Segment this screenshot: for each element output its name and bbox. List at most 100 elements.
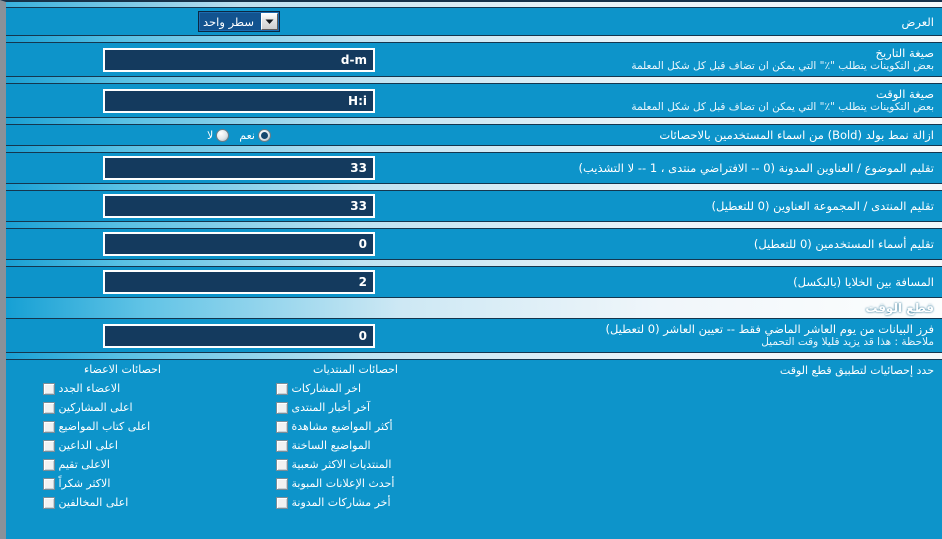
checkbox-latest-blog-posts-box[interactable] [275, 496, 288, 509]
separator-3 [6, 117, 942, 125]
data-cutoff-label-cell: فرز البيانات من يوم العاشر الماضي فقط --… [472, 319, 942, 352]
checkbox-latest-blog-posts[interactable]: أخر مشاركات المدونة [275, 493, 436, 512]
checkbox-top-posters-label: اعلى المشاركين [58, 401, 133, 414]
checkbox-top-rated-box[interactable] [42, 458, 55, 471]
checkbox-top-referrers-box[interactable] [42, 439, 55, 452]
remove-bold-option-yes-label: نعم [239, 128, 255, 142]
checkbox-new-members-label: الاعضاء الجدد [58, 382, 121, 395]
display-row: العرض سطر واحد [6, 8, 942, 35]
trim-username-label-cell: تقليم أسماء المستخدمين (0 للتعطيل) [472, 234, 942, 254]
checkbox-top-topic-writers-box[interactable] [42, 420, 55, 433]
time-format-input[interactable] [103, 88, 375, 113]
checkbox-latest-classifieds-box[interactable] [275, 477, 288, 490]
time-format-desc: بعض التكوينات يتطلب "٪" التي يمكن ان تضا… [631, 101, 934, 113]
checkbox-top-posters-box[interactable] [42, 401, 55, 414]
checkbox-latest-posts-label: اخر المشاركات [291, 382, 362, 395]
checkbox-top-rated[interactable]: الاعلى تقيم [42, 455, 203, 474]
remove-bold-radio-group: نعم لا [207, 128, 271, 142]
checkbox-most-thanked-label: الاكثر شكراً [58, 477, 111, 490]
trim-topic-title: تقليم الموضوع / العناوين المدونة (0 -- ا… [578, 161, 934, 175]
checkbox-top-rated-label: الاعلى تقيم [58, 458, 110, 471]
trim-username-control-cell [6, 229, 472, 259]
checkbox-top-posters[interactable]: اعلى المشاركين [42, 398, 203, 417]
remove-bold-label-cell: ازالة نمط بولد (Bold) من اسماء المستخدمي… [472, 125, 942, 145]
checkbox-most-viewed-topics-box[interactable] [275, 420, 288, 433]
radio-no-icon[interactable] [216, 128, 230, 142]
date-format-input[interactable] [103, 47, 375, 72]
display-row-label: العرض [901, 14, 935, 29]
separator-4 [6, 145, 942, 153]
forum-stats-heading: احصائات المنتديات [313, 363, 398, 376]
checkbox-most-viewed-topics-label: أكثر المواضيع مشاهدة [291, 420, 393, 433]
time-format-control-cell [6, 86, 472, 116]
checkbox-top-referrers[interactable]: اعلى الداعين [42, 436, 203, 455]
display-mode-select-value: سطر واحد [203, 14, 254, 29]
trim-topic-control-cell [6, 153, 472, 183]
chevron-down-icon[interactable] [260, 13, 278, 30]
data-cutoff-title: فرز البيانات من يوم العاشر الماضي فقط --… [605, 322, 934, 336]
checkbox-popular-forums-label: المنتديات الاكثر شعبية [291, 458, 392, 471]
checkbox-most-viewed-topics[interactable]: أكثر المواضيع مشاهدة [275, 417, 436, 436]
display-row-control-cell: سطر واحد [6, 8, 472, 35]
checkbox-new-members-box[interactable] [42, 382, 55, 395]
checkbox-forum-news-box[interactable] [275, 401, 288, 414]
cell-spacing-input[interactable] [103, 270, 375, 294]
stats-selector-label: حدد إحصائيات لتطبيق قطع الوقت [779, 364, 934, 377]
checkbox-latest-classifieds-label: أحدث الإعلانات المبوبة [291, 477, 395, 490]
trim-topic-input[interactable] [103, 156, 375, 180]
checkbox-most-thanked-box[interactable] [42, 477, 55, 490]
checkbox-top-topic-writers-label: اعلى كتاب المواضيع [58, 420, 151, 433]
checkbox-latest-posts[interactable]: اخر المشاركات [275, 379, 436, 398]
checkbox-hot-topics[interactable]: المواضيع الساخنة [275, 436, 436, 455]
cell-spacing-control-cell [6, 267, 472, 297]
checkbox-new-members[interactable]: الاعضاء الجدد [42, 379, 203, 398]
checkbox-popular-forums-box[interactable] [275, 458, 288, 471]
remove-bold-option-yes[interactable]: نعم [239, 128, 271, 142]
time-format-label-cell: صيغة الوقت بعض التكوينات يتطلب "٪" التي … [472, 84, 942, 117]
checkbox-latest-blog-posts-label: أخر مشاركات المدونة [291, 496, 391, 509]
separator-8 [6, 352, 942, 360]
time-cutoff-section-header: قطع الوقت [6, 297, 942, 319]
date-format-desc: بعض التكوينات يتطلب "٪" التي يمكن ان تضا… [631, 60, 934, 72]
display-mode-select[interactable]: سطر واحد [198, 11, 280, 32]
settings-page: العرض سطر واحد صيغة التاريخ بعض التكوينا… [0, 0, 942, 539]
checkbox-latest-posts-box[interactable] [275, 382, 288, 395]
remove-bold-title: ازالة نمط بولد (Bold) من اسماء المستخدمي… [659, 128, 934, 142]
stats-selector-section: حدد إحصائيات لتطبيق قطع الوقت احصائات ال… [6, 360, 942, 518]
separator-1 [6, 35, 942, 43]
checkbox-forum-news[interactable]: آخر أخبار المنتدى [275, 398, 436, 417]
checkbox-latest-classifieds[interactable]: أحدث الإعلانات المبوبة [275, 474, 436, 493]
checkbox-hot-topics-box[interactable] [275, 439, 288, 452]
data-cutoff-row: فرز البيانات من يوم العاشر الماضي فقط --… [6, 319, 942, 352]
data-cutoff-input[interactable] [103, 323, 375, 348]
forum-stats-column: احصائات المنتديات اخر المشاركات آخر أخبا… [239, 360, 472, 518]
member-stats-column: احصائات الاعضاء الاعضاء الجدد اعلى المشا… [6, 360, 239, 518]
checkbox-hot-topics-label: المواضيع الساخنة [291, 439, 371, 452]
time-format-title: صيغة الوقت [875, 87, 934, 101]
member-stats-heading: احصائات الاعضاء [84, 363, 161, 376]
trim-topic-row: تقليم الموضوع / العناوين المدونة (0 -- ا… [6, 153, 942, 183]
trim-username-input[interactable] [103, 232, 375, 256]
trim-topic-label-cell: تقليم الموضوع / العناوين المدونة (0 -- ا… [472, 158, 942, 178]
trim-forum-input[interactable] [103, 194, 375, 218]
separator-6 [6, 221, 942, 229]
separator-5 [6, 183, 942, 191]
trim-forum-label-cell: تقليم المنتدى / المجموعة العناوين (0 للت… [472, 196, 942, 216]
stats-selector-label-cell: حدد إحصائيات لتطبيق قطع الوقت [472, 360, 942, 518]
cell-spacing-label-cell: المسافة بين الخلايا (بالبكسل) [472, 272, 942, 292]
remove-bold-option-no[interactable]: لا [207, 128, 230, 142]
time-format-row: صيغة الوقت بعض التكوينات يتطلب "٪" التي … [6, 84, 942, 117]
checkbox-forum-news-label: آخر أخبار المنتدى [291, 401, 371, 414]
checkbox-top-referrers-label: اعلى الداعين [58, 439, 118, 452]
date-format-title: صيغة التاريخ [875, 46, 934, 60]
checkbox-popular-forums[interactable]: المنتديات الاكثر شعبية [275, 455, 436, 474]
checkbox-most-thanked[interactable]: الاكثر شكراً [42, 474, 203, 493]
trim-forum-title: تقليم المنتدى / المجموعة العناوين (0 للت… [711, 199, 934, 213]
cell-spacing-title: المسافة بين الخلايا (بالبكسل) [793, 275, 934, 289]
trim-forum-row: تقليم المنتدى / المجموعة العناوين (0 للت… [6, 191, 942, 221]
checkbox-top-violators-box[interactable] [42, 496, 55, 509]
radio-yes-icon[interactable] [258, 128, 271, 142]
checkbox-top-topic-writers[interactable]: اعلى كتاب المواضيع [42, 417, 203, 436]
checkbox-top-violators[interactable]: اعلى المخالفين [42, 493, 203, 512]
data-cutoff-control-cell [6, 321, 472, 351]
